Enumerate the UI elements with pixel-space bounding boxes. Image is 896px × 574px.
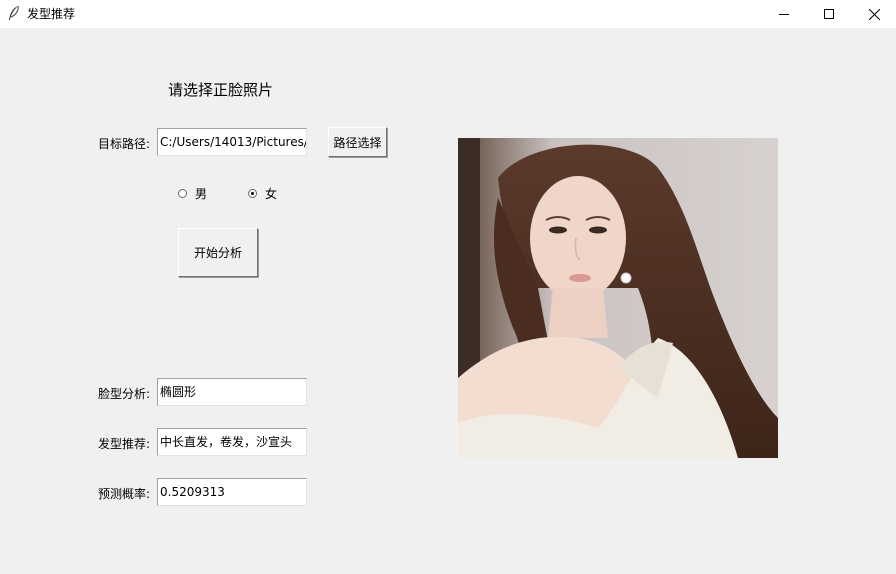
page-heading: 请选择正脸照片 xyxy=(168,81,274,99)
start-analysis-button[interactable]: 开始分析 xyxy=(178,228,258,277)
path-input[interactable]: C:/Users/14013/Pictures/刘 xyxy=(157,128,307,156)
face-shape-field[interactable]: 椭圆形 xyxy=(157,378,307,406)
radio-male-indicator xyxy=(178,189,187,198)
face-shape-label: 脸型分析: xyxy=(98,387,151,401)
radio-female-label: 女 xyxy=(265,187,278,201)
portrait-photo xyxy=(458,138,778,458)
window-title: 发型推荐 xyxy=(27,7,76,21)
close-button[interactable] xyxy=(852,0,896,28)
title-bar: 发型推荐 xyxy=(0,0,896,28)
probability-field[interactable]: 0.5209313 xyxy=(157,478,307,506)
hairstyle-field[interactable]: 中长直发，卷发，沙宣头 xyxy=(157,428,307,456)
radio-male-label: 男 xyxy=(195,187,208,201)
feather-icon xyxy=(9,5,19,20)
path-label: 目标路径: xyxy=(98,137,151,151)
radio-female[interactable]: 女 xyxy=(248,185,277,202)
minimize-button[interactable] xyxy=(762,0,806,28)
probability-label: 预测概率: xyxy=(98,487,151,501)
close-icon xyxy=(868,8,880,20)
radio-male[interactable]: 男 xyxy=(178,185,207,202)
hairstyle-label: 发型推荐: xyxy=(98,437,151,451)
minimize-icon xyxy=(779,14,789,15)
maximize-button[interactable] xyxy=(807,0,851,28)
radio-female-indicator xyxy=(248,189,257,198)
maximize-icon xyxy=(824,9,834,19)
browse-path-button[interactable]: 路径选择 xyxy=(328,127,387,157)
